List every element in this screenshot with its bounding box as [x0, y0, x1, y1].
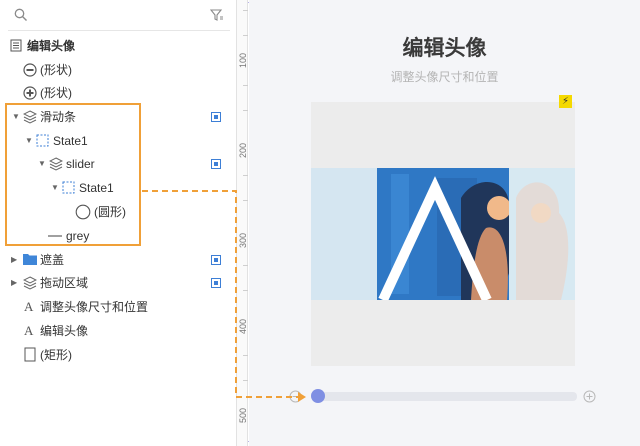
search-icon[interactable] [14, 8, 28, 22]
zoom-slider-thumb[interactable] [311, 389, 325, 403]
ruler-tick [243, 35, 248, 36]
ruler-tick [243, 200, 248, 201]
ruler-tick [243, 110, 248, 111]
text-icon: A [24, 299, 34, 314]
page-title: 编辑头像 [402, 37, 487, 60]
ruler-tick [243, 290, 248, 291]
layer-label: 遮盖 [40, 253, 65, 267]
page-icon [10, 39, 22, 52]
layer-label: 编辑头像 [40, 324, 89, 338]
text-icon: A [24, 323, 34, 338]
ruler-label: 100 [238, 52, 248, 68]
visibility-checkbox[interactable] [211, 255, 221, 265]
rectangle-icon [24, 347, 36, 362]
ruler-label: 300 [238, 232, 248, 248]
vertical-ruler: 100 200 300 400 500 [236, 0, 248, 446]
ruler-label: 200 [238, 142, 248, 158]
layer-row-shape-minus[interactable]: (形状) [0, 59, 236, 81]
page-subtitle: 调整头像尺寸和位置 [390, 70, 499, 84]
layer-row-subtitle-text[interactable]: A 调整头像尺寸和位置 [0, 296, 236, 318]
highlight-box [5, 103, 141, 246]
visibility-checkbox[interactable] [211, 278, 221, 288]
ruler-tick [243, 265, 248, 266]
layer-label: (矩形) [40, 348, 72, 362]
minus-circle-icon [23, 63, 37, 77]
folder-icon [23, 254, 37, 265]
layer-row-drag-area[interactable]: ▶ 拖动区域 [0, 272, 236, 294]
ruler-label: 500 [238, 407, 248, 423]
search-divider [8, 30, 230, 31]
avatar-image[interactable] [311, 168, 575, 300]
layer-label: (形状) [40, 86, 72, 100]
layer-row-rectangle[interactable]: (矩形) [0, 344, 236, 366]
caret-right-icon[interactable]: ▶ [11, 272, 17, 294]
ruler-tick [243, 380, 248, 381]
ruler-tick [243, 175, 248, 176]
filter-icon[interactable] [210, 8, 224, 22]
layer-row-page[interactable]: 编辑头像 [0, 35, 236, 57]
layer-label: (形状) [40, 63, 72, 77]
zoom-in-icon[interactable] [583, 390, 596, 403]
layer-row-title-text[interactable]: A 编辑头像 [0, 320, 236, 342]
caret-right-icon[interactable]: ▶ [11, 249, 17, 271]
layers-panel: 编辑头像 (形状) (形状) ▼ 滑动条 ▼ State1 ▼ slider ▼… [0, 0, 236, 446]
visibility-checkbox[interactable] [211, 159, 221, 169]
zoom-slider-track[interactable] [312, 392, 577, 401]
search-bar[interactable] [10, 6, 226, 24]
zoom-out-icon[interactable] [289, 390, 302, 403]
layer-label: 调整头像尺寸和位置 [40, 300, 149, 314]
layer-row-shape-plus[interactable]: (形状) [0, 82, 236, 104]
layer-label: 编辑头像 [27, 39, 76, 53]
plus-circle-icon [23, 86, 37, 100]
ruler-tick [243, 355, 248, 356]
ruler-tick [243, 10, 248, 11]
ruler-label: 400 [238, 318, 248, 334]
visibility-checkbox[interactable] [211, 112, 221, 122]
design-canvas[interactable]: 编辑头像 调整头像尺寸和位置 ⚡ [249, 0, 640, 446]
avatar-illustration [311, 168, 575, 300]
layer-label: 拖动区域 [40, 276, 89, 290]
layers-icon [23, 276, 37, 290]
lightning-icon[interactable]: ⚡ [559, 95, 572, 108]
ruler-tick [243, 85, 248, 86]
layer-row-mask[interactable]: ▶ 遮盖 [0, 249, 236, 271]
